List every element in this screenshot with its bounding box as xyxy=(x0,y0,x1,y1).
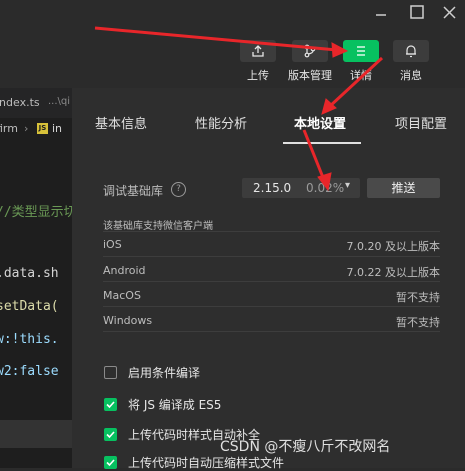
annotation-arrows xyxy=(94,26,384,192)
annotation-arrow-to-version xyxy=(302,129,332,192)
annotation-arrow-to-local-settings xyxy=(321,56,384,115)
annotation-arrow-to-details xyxy=(94,26,349,58)
